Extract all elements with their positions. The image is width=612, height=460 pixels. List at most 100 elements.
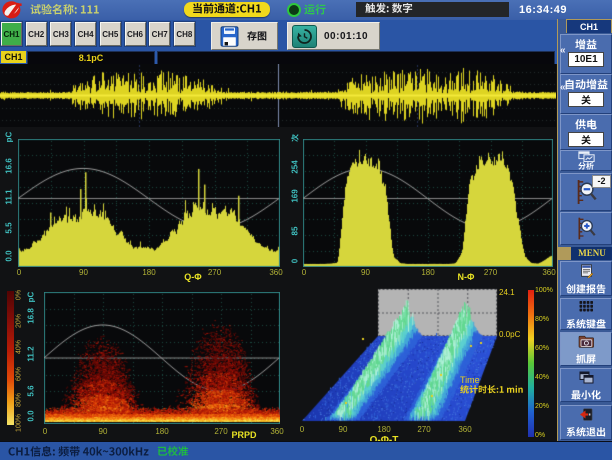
menu-item-minimize[interactable] — [560, 368, 612, 402]
channel-button-ch5[interactable]: CH5 — [100, 22, 121, 46]
signal-header-row: CH1 8.1pC — [0, 51, 557, 64]
tick-label: 270 — [208, 268, 221, 277]
channel-button-ch7[interactable]: CH7 — [149, 22, 170, 46]
zoom-in-button[interactable] — [560, 212, 612, 245]
prpd-colorbar-label: 20% — [16, 314, 23, 328]
run-status-label — [304, 4, 326, 15]
tick-label: 90 — [361, 268, 370, 277]
tick-label: 16.6 — [5, 158, 14, 174]
control-power[interactable] — [560, 114, 612, 150]
channel-button-ch6[interactable]: CH6 — [125, 22, 146, 46]
tick-label: 0 — [300, 425, 304, 434]
collapse-panel-icon-2[interactable]: « — [560, 82, 566, 93]
top-bar: 16:34:49 — [0, 0, 612, 20]
tick-label: 254 — [291, 160, 300, 173]
save-image-button[interactable] — [218, 24, 241, 48]
q3d-colorbar-label: 80% — [535, 316, 549, 323]
q3d-colorbar-label: 0% — [535, 432, 545, 439]
tick-label: 180 — [155, 427, 168, 436]
qphi-axis-title: Q-Φ — [184, 272, 201, 282]
current-channel-badge — [184, 2, 270, 17]
time-waveform-chart[interactable] — [0, 64, 556, 127]
menu-item-screen-capture[interactable] — [560, 332, 612, 366]
exit-door-icon — [579, 408, 593, 426]
zoom-level-badge: -2 — [592, 175, 611, 188]
screen-capture-folder-icon — [578, 335, 595, 353]
prpd-colorbar-label: 100% — [16, 414, 23, 432]
control-label — [564, 79, 608, 90]
3d-colorbar — [528, 290, 534, 437]
charge-phase-time-3d-chart[interactable] — [290, 284, 530, 430]
analysis-label — [578, 162, 594, 170]
menu-item-system-exit[interactable] — [560, 405, 612, 440]
control-gain[interactable]: 10E1 — [560, 34, 612, 74]
history-clock-icon — [296, 28, 313, 45]
timer-button[interactable] — [292, 25, 317, 48]
run-status-icon — [287, 3, 301, 17]
q3d-zmin-label: 0.0pC — [499, 330, 520, 339]
tick-label: 16.8 — [27, 308, 36, 324]
channel-button-ch1[interactable]: CH1 — [1, 22, 22, 46]
plot-area: CH1 8.1pC pC16.611.15.50.0090180270360Q-… — [0, 51, 557, 441]
menu-item-label — [566, 284, 606, 294]
tick-label: 90 — [99, 427, 108, 436]
tick-label: 360 — [542, 268, 555, 277]
calibrated-badge — [157, 446, 189, 457]
menu-item-label — [566, 427, 606, 437]
zoom-out-button[interactable]: -2 — [560, 173, 612, 211]
control-value — [568, 92, 604, 107]
collapse-panel-icon[interactable]: « — [560, 45, 566, 56]
control-label — [575, 119, 597, 130]
channel-button-ch4[interactable]: CH4 — [75, 22, 96, 46]
tick-label: 360 — [269, 268, 282, 277]
control-auto-gain[interactable] — [560, 74, 612, 114]
channel-button-ch2[interactable]: CH2 — [26, 22, 47, 46]
save-panel — [211, 22, 278, 50]
channel-toolbar: CH1CH2CH3CH4CH5CH6CH7CH8 00:01:10 — [0, 20, 557, 53]
save-image-label — [247, 31, 267, 41]
signal-channel-badge: CH1 — [1, 51, 26, 63]
menu-item-create-report[interactable] — [560, 261, 612, 296]
tick-label: 180 — [142, 268, 155, 277]
analysis-button[interactable] — [560, 150, 612, 171]
tick-label: 11.1 — [5, 189, 14, 204]
prpd-axis-title: PRPD — [231, 430, 256, 440]
tick-label: 360 — [458, 425, 471, 434]
tick-label: 169 — [291, 189, 300, 202]
tick-label: 360 — [270, 427, 283, 436]
prpd-colorbar — [7, 291, 14, 425]
tick-label: 0 — [302, 268, 306, 277]
tick-label: 270 — [214, 427, 227, 436]
q3d-colorbar-label: 40% — [535, 374, 549, 381]
q3d-colorbar-label: 60% — [535, 345, 549, 352]
tick-label: 0.0 — [27, 410, 36, 421]
prpd-chart[interactable] — [44, 292, 280, 424]
tick-label: 180 — [377, 425, 390, 434]
prpd-colorbar-label: 0% — [16, 290, 23, 300]
control-label — [575, 39, 597, 50]
count-phase-chart[interactable] — [303, 139, 553, 267]
q3d-time-label: Time — [460, 375, 480, 385]
sidebar-channel-tab[interactable]: CH1 — [566, 19, 612, 33]
control-value — [568, 132, 604, 147]
tick-label: 0 — [43, 427, 47, 436]
brand-logo-icon — [2, 1, 22, 19]
minimize-windows-icon — [579, 371, 594, 389]
menu-item-label — [571, 390, 601, 400]
channel-button-ch3[interactable]: CH3 — [50, 22, 71, 46]
report-document-icon — [579, 264, 594, 283]
tick-label: 5.6 — [27, 385, 36, 396]
trigger-mode-box — [356, 2, 509, 17]
signal-peak-value: 8.1pC — [27, 51, 155, 65]
channel-button-ch8[interactable]: CH8 — [174, 22, 195, 46]
zoom-in-icon — [575, 216, 597, 241]
tick-label: 90 — [79, 268, 88, 277]
menu-item-system-keyboard[interactable] — [560, 298, 612, 330]
charge-phase-chart[interactable] — [18, 139, 280, 267]
elapsed-time: 00:01:10 — [324, 31, 368, 42]
menu-header: MENU — [558, 247, 612, 260]
menu-item-label — [566, 319, 606, 329]
prpd-colorbar-label: 80% — [16, 393, 23, 407]
tick-label: 5.5 — [5, 222, 14, 233]
tick-label: 0 — [291, 259, 300, 263]
